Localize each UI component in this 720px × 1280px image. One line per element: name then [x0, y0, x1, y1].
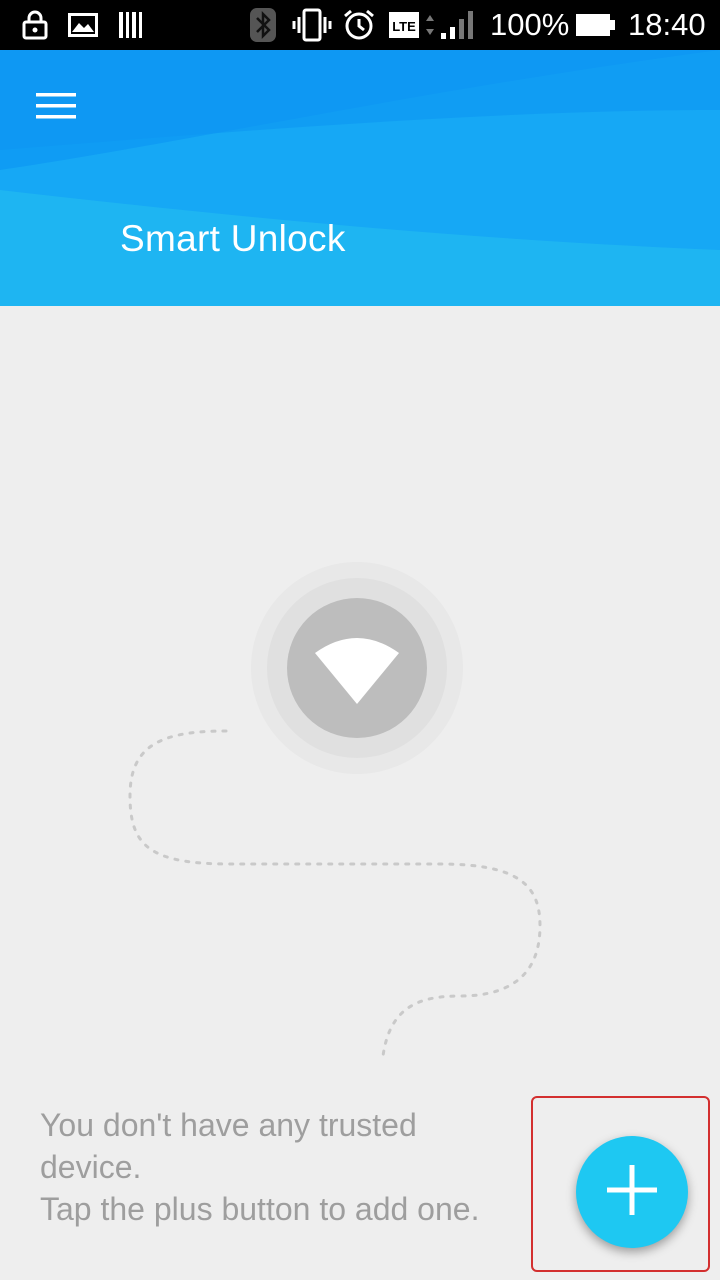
page-title: Smart Unlock	[120, 218, 346, 259]
bluetooth-icon	[250, 0, 276, 50]
barcode-icon	[118, 0, 146, 50]
empty-state-line-1: You don't have any trusted	[40, 1107, 417, 1143]
svg-text:LTE: LTE	[392, 19, 416, 34]
header-background	[0, 50, 720, 306]
status-bar: LTE 100% 18:40	[0, 0, 720, 50]
alarm-icon	[342, 0, 376, 50]
plus-icon	[605, 1163, 659, 1222]
trusted-device-illustration	[128, 562, 542, 1058]
menu-button[interactable]	[20, 80, 92, 136]
battery-icon	[576, 0, 616, 50]
lte-icon: LTE	[388, 0, 434, 50]
hamburger-menu-icon	[36, 92, 76, 125]
empty-state-line-2: device.	[40, 1149, 142, 1185]
empty-state-message: You don't have any trusted device. Tap t…	[40, 1104, 560, 1230]
lock-icon	[22, 0, 48, 50]
clock: 18:40	[628, 7, 706, 42]
add-trusted-device-button[interactable]	[576, 1136, 688, 1248]
vibrate-icon	[292, 0, 332, 50]
battery-percent: 100%	[490, 7, 570, 42]
app-header: Smart Unlock	[0, 50, 720, 306]
image-icon	[68, 0, 98, 50]
signal-icon	[440, 0, 476, 50]
empty-state-line-3: Tap the plus button to add one.	[40, 1191, 480, 1227]
